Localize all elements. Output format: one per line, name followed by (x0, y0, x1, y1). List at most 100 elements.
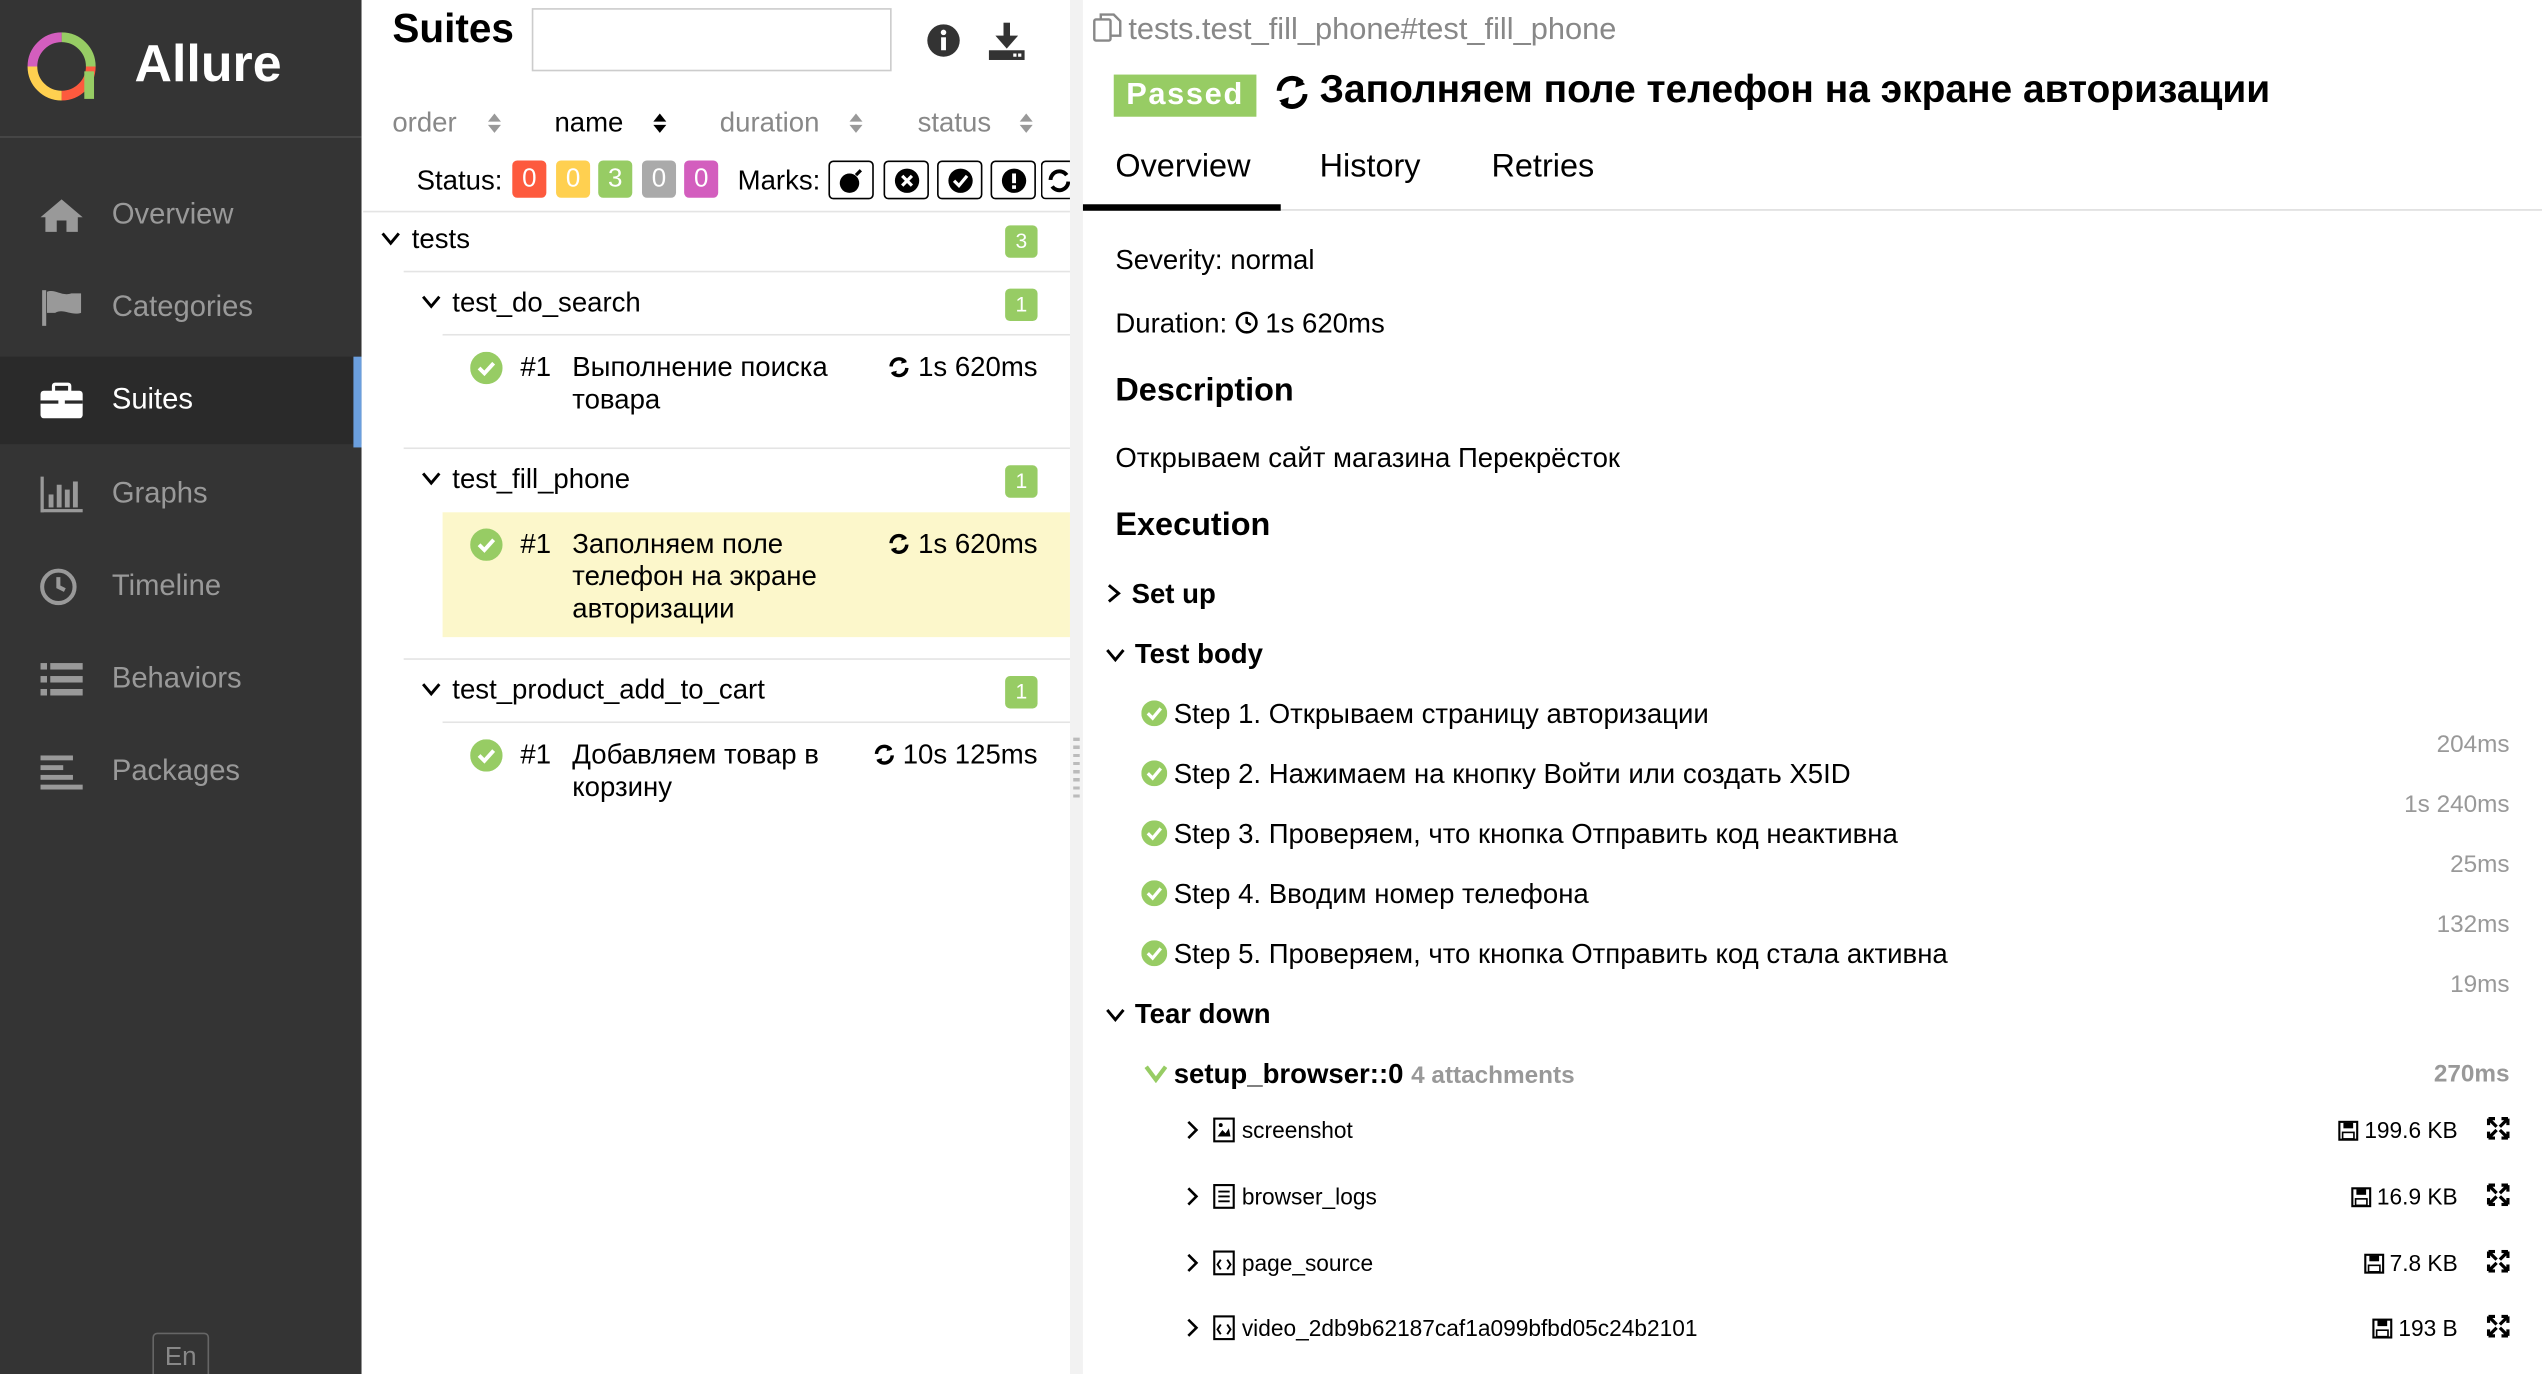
attachment-size: 193 B (2372, 1315, 2458, 1341)
tab-overview[interactable]: Overview (1115, 149, 1250, 186)
attachment-row[interactable]: screenshot 199.6 KB (1187, 1114, 2510, 1150)
setup-section[interactable]: Set up (1106, 579, 1216, 611)
sidebar-item-overview[interactable]: Overview (0, 172, 362, 260)
test-case-row[interactable]: #1 Выполнение поиска товара 1s 620ms (443, 336, 1070, 446)
suites-pane: Suites order name duration status Status… (363, 0, 1070, 1374)
tree-group-tests[interactable]: tests 3 (363, 211, 1070, 271)
step-text: Step 1. Открываем страницу авторизации (1173, 698, 1709, 730)
tab-history[interactable]: History (1320, 149, 1421, 186)
pane-splitter[interactable] (1069, 0, 1083, 1374)
sidebar-item-behaviors[interactable]: Behaviors (0, 636, 362, 724)
sidebar-item-timeline[interactable]: Timeline (0, 543, 362, 631)
case-title: Добавляем товар в корзину (572, 739, 819, 803)
image-file-icon (1213, 1117, 1235, 1143)
fixture-row[interactable]: setup_browser::0 4 attachments (1144, 1059, 1575, 1091)
sort-arrows-icon[interactable] (848, 110, 864, 136)
info-icon[interactable] (924, 19, 963, 61)
sidebar-item-label: Categories (111, 290, 253, 323)
tree-group-test-fill-phone[interactable]: test_fill_phone 1 (363, 449, 1070, 511)
step-row[interactable]: Step 2. Нажимаем на кнопку Войти или соз… (1141, 759, 1851, 791)
status-broken-toggle[interactable]: 0 (556, 160, 591, 198)
step-row[interactable]: Step 5. Проверяем, что кнопка Отправить … (1141, 938, 1948, 971)
step-duration: 25ms (2450, 851, 2510, 879)
status-label: Status: (416, 165, 503, 197)
section-label: Test body (1134, 638, 1263, 670)
count-badge: 1 (1005, 676, 1038, 709)
sidebar-item-label: Suites (111, 382, 193, 416)
sidebar-item-graphs[interactable]: Graphs (0, 451, 362, 539)
test-body-section[interactable]: Test body (1106, 639, 1263, 671)
tab-retries[interactable]: Retries (1491, 149, 1594, 186)
attachment-row[interactable]: video_2db9b62187caf1a099bfbd05c24b2101 1… (1187, 1312, 2510, 1348)
splitter-grip[interactable] (1073, 737, 1080, 803)
tear-down-section[interactable]: Tear down (1106, 999, 1271, 1031)
sort-arrows-icon[interactable] (1018, 110, 1034, 136)
test-case-row-selected[interactable]: #1 Заполняем поле телефон на экране авто… (442, 512, 1070, 638)
sort-order[interactable]: order (392, 107, 456, 139)
chevron-down-icon (422, 472, 441, 486)
sort-arrows-icon[interactable] (486, 110, 502, 136)
step-text: Step 5. Проверяем, что кнопка Отправить … (1173, 938, 1948, 970)
clock-icon (40, 568, 77, 606)
mark-new-failed-toggle[interactable] (883, 160, 929, 200)
sidebar-item-packages[interactable]: Packages (0, 728, 362, 816)
search-input[interactable] (531, 8, 892, 72)
step-row[interactable]: Step 1. Открываем страницу авторизации (1141, 698, 1709, 731)
severity: Severity: normal (1115, 244, 1315, 276)
status-badge: Passed (1113, 74, 1257, 117)
sort-status[interactable]: status (918, 107, 992, 139)
code-file-icon (1213, 1250, 1235, 1276)
sidebar-item-label: Packages (111, 753, 241, 787)
brand[interactable]: Allure (0, 0, 362, 138)
test-case-row[interactable]: #1 Добавляем товар в корзину 10s 125ms (443, 723, 1070, 820)
expand-icon[interactable] (2486, 1249, 2510, 1273)
case-duration: 10s 125ms (872, 739, 1038, 771)
attachment-size: 7.8 KB (2364, 1250, 2458, 1276)
breadcrumb-text: tests.test_fill_phone#test_fill_phone (1128, 12, 1617, 48)
sidebar-item-label: Timeline (111, 569, 222, 602)
copy-icon[interactable] (1093, 13, 1122, 42)
expand-icon[interactable] (2486, 1116, 2510, 1140)
tree-group-test-product-add-to-cart[interactable]: test_product_add_to_cart 1 (363, 660, 1070, 722)
floppy-disk-icon (2364, 1253, 2385, 1274)
step-duration: 19ms (2450, 971, 2510, 999)
expand-icon[interactable] (2486, 1314, 2510, 1338)
count-badge: 3 (1005, 225, 1038, 258)
expand-icon[interactable] (2486, 1183, 2510, 1207)
download-icon[interactable] (987, 19, 1026, 61)
sort-name[interactable]: name (554, 107, 623, 139)
mark-retries-toggle[interactable] (1040, 160, 1070, 200)
exclamation-circle-icon (1001, 168, 1027, 193)
sidebar-item-suites[interactable]: Suites (0, 356, 362, 448)
attachment-row[interactable]: browser_logs 16.9 KB (1187, 1180, 2510, 1216)
step-row[interactable]: Step 4. Вводим номер телефона (1141, 879, 1589, 911)
text-file-icon (1213, 1184, 1235, 1209)
breadcrumb[interactable]: tests.test_fill_phone#test_fill_phone (1093, 12, 1617, 49)
language-switcher[interactable]: En (152, 1332, 210, 1374)
sidebar-item-categories[interactable]: Categories (0, 264, 362, 352)
sort-arrows-icon[interactable] (652, 110, 668, 136)
step-row[interactable]: Step 3. Проверяем, что кнопка Отправить … (1141, 819, 1898, 851)
status-unknown-toggle[interactable]: 0 (684, 160, 719, 198)
list-icon (40, 663, 83, 696)
status-skipped-toggle[interactable]: 0 (641, 160, 677, 198)
check-circle-icon (1141, 940, 1168, 967)
check-circle-icon (1141, 700, 1168, 727)
check-circle-icon (470, 739, 503, 772)
duration-label: Duration: (1115, 308, 1228, 339)
attachment-row[interactable]: page_source 7.8 KB (1187, 1247, 2510, 1283)
tree-group-test-do-search[interactable]: test_do_search 1 (363, 272, 1070, 334)
duration-value: 1s 620ms (1265, 308, 1385, 339)
duration-text: 1s 620ms (918, 351, 1038, 383)
bar-chart-icon (40, 476, 83, 513)
sidebar-item-label: Behaviors (111, 661, 242, 694)
mark-flaky-toggle[interactable] (828, 160, 874, 200)
description-text: Открываем сайт магазина Перекрёсток (1115, 442, 1620, 474)
mark-new-passed-toggle[interactable] (937, 160, 983, 200)
refresh-icon (1276, 75, 1308, 109)
status-failed-toggle[interactable]: 0 (512, 160, 547, 198)
status-passed-toggle[interactable]: 3 (598, 160, 633, 198)
case-title: Заполняем поле телефон на экране авториз… (572, 528, 817, 625)
mark-new-broken-toggle[interactable] (990, 160, 1036, 200)
sort-duration[interactable]: duration (720, 107, 820, 139)
